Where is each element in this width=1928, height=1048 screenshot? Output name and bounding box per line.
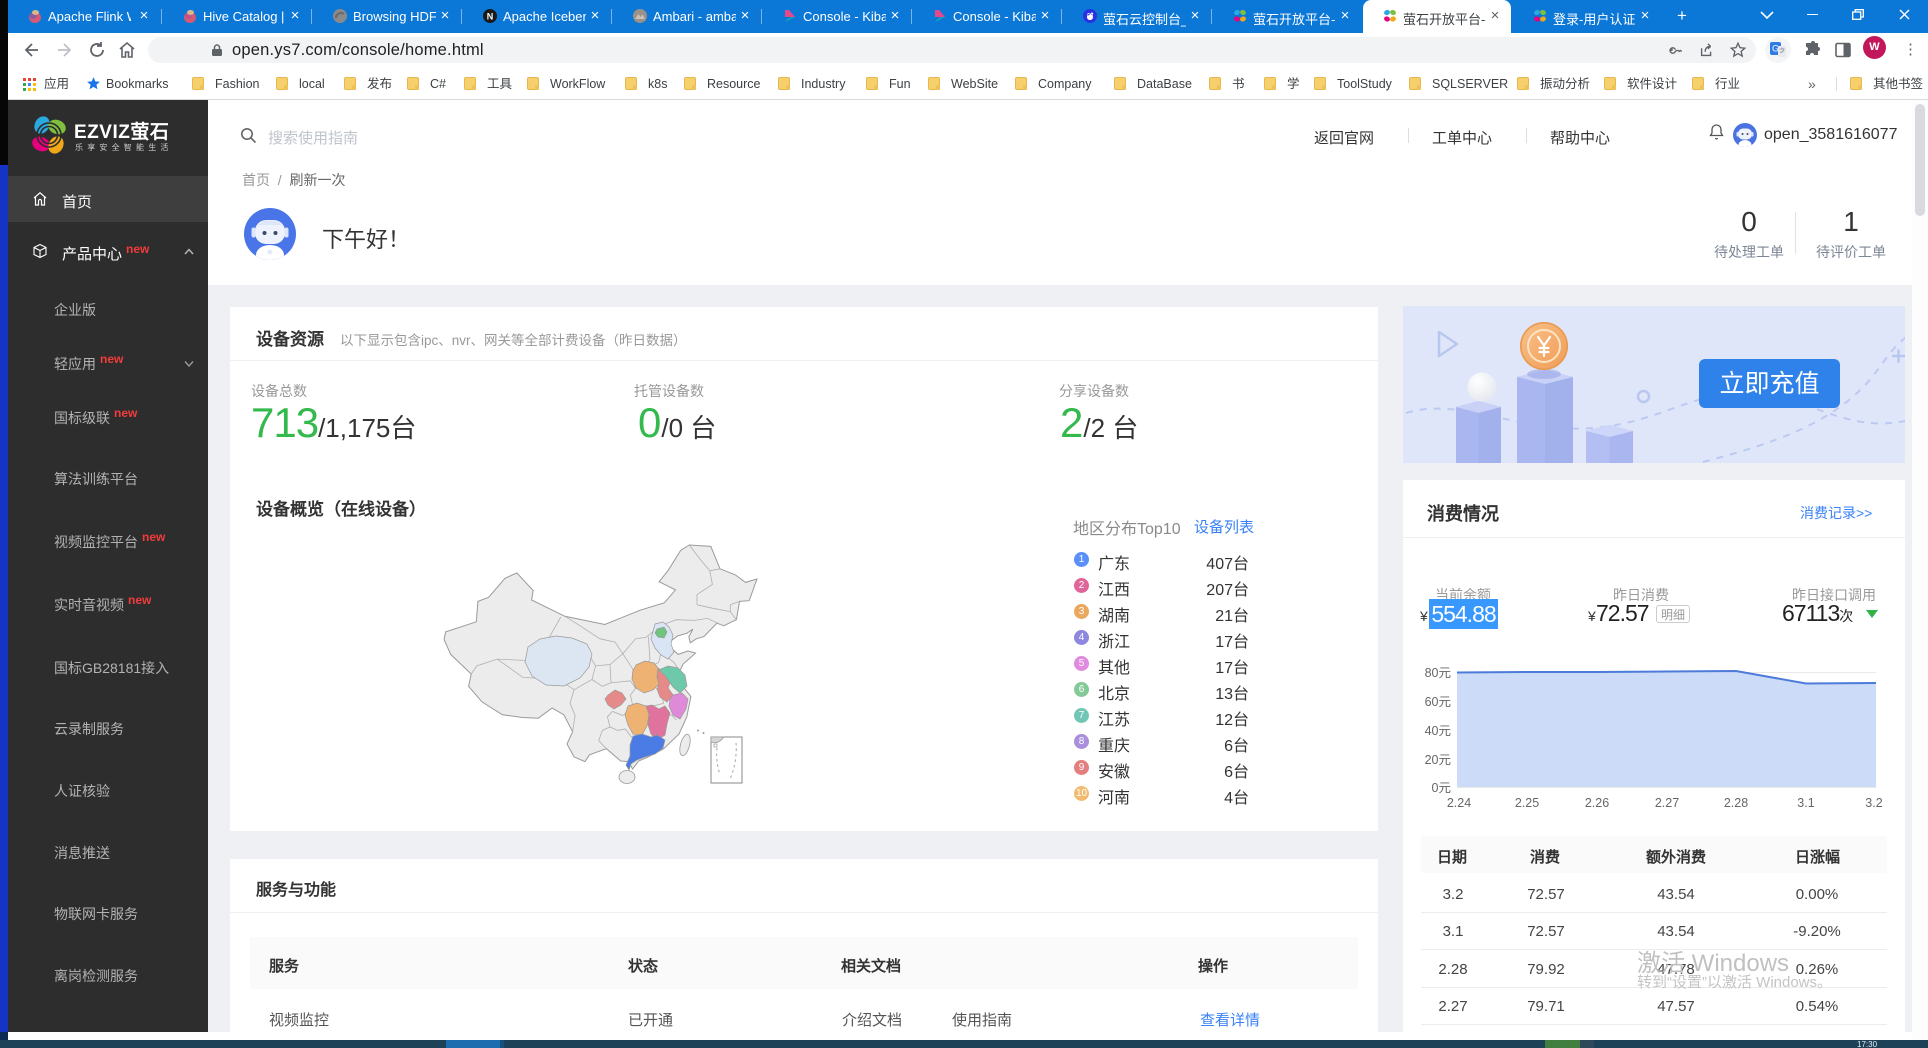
svg-text:G: G — [1772, 44, 1779, 54]
svg-text:80元: 80元 — [1425, 666, 1451, 680]
svg-text:60元: 60元 — [1425, 695, 1451, 709]
svg-text:N: N — [487, 12, 494, 22]
svg-text:立即充值: 立即充值 — [1719, 370, 1819, 398]
svg-text:0元: 0元 — [1432, 781, 1451, 795]
svg-text:3.1: 3.1 — [1797, 796, 1814, 810]
svg-text:2.27: 2.27 — [1655, 796, 1679, 810]
svg-text:2.25: 2.25 — [1515, 796, 1539, 810]
svg-text:3.2: 3.2 — [1865, 796, 1882, 810]
svg-text:40元: 40元 — [1425, 724, 1451, 738]
svg-text:20元: 20元 — [1425, 753, 1451, 767]
svg-text:2.26: 2.26 — [1585, 796, 1609, 810]
svg-text:2.24: 2.24 — [1447, 796, 1471, 810]
svg-text:2.28: 2.28 — [1724, 796, 1748, 810]
